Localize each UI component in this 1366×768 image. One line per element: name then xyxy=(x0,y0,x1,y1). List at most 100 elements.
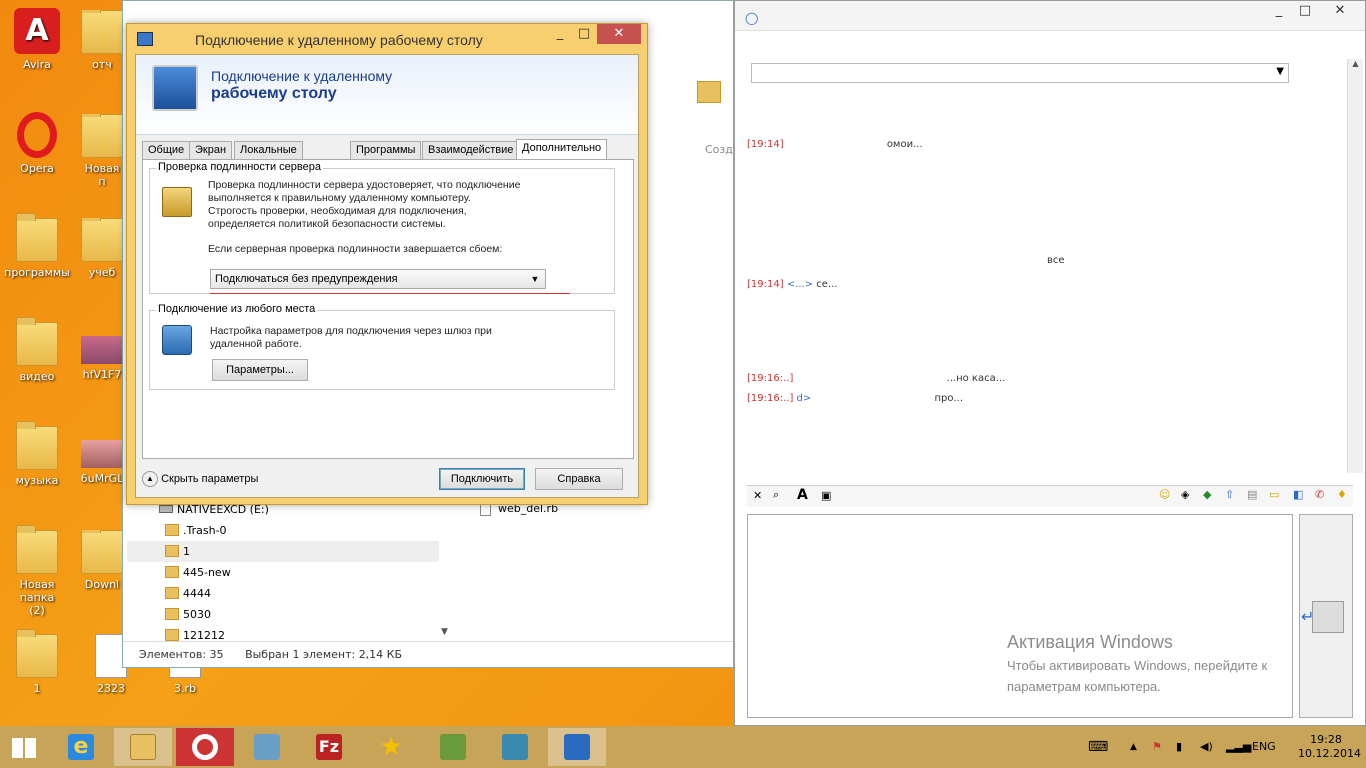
desktop-icon-folder[interactable]: 1 xyxy=(2,629,72,695)
hide-options-toggle[interactable]: ▲ Скрыть параметры xyxy=(142,469,258,489)
chat-dropdown[interactable]: ▼ xyxy=(751,63,1289,83)
tab-programs[interactable]: Программы xyxy=(350,141,422,160)
chat-scrollbar[interactable]: ▲ xyxy=(1347,59,1363,473)
connect-button[interactable]: Подключить xyxy=(439,468,525,490)
maximize-button[interactable]: □ xyxy=(1293,1,1317,21)
hide-options-label: Скрыть параметры xyxy=(161,473,259,485)
font-icon[interactable]: A xyxy=(797,487,808,503)
taskbar-item-puzzle[interactable] xyxy=(486,728,544,766)
dialog-title: Подключение к удаленному рабочему столу xyxy=(195,32,483,48)
message-text: про... xyxy=(934,393,964,404)
desktop-icon-video[interactable]: видео xyxy=(2,317,72,383)
tab-general[interactable]: Общие xyxy=(142,141,191,160)
folder-icon xyxy=(165,608,179,620)
chat-toolbar: ✕ ⌕ A ▣ ☺ ◈ ◆ ⇧ ▤ ▭ ◧ ✆ ♦ xyxy=(747,485,1353,507)
phone-icon[interactable]: ✆ xyxy=(1315,488,1324,501)
tab-experience[interactable]: Взаимодействие xyxy=(422,141,520,160)
desktop-icon-image[interactable]: hfV1F7 xyxy=(80,336,124,381)
remote-desktop-dialog[interactable]: Подключение к удаленному рабочему столу … xyxy=(126,23,648,505)
tab-display[interactable]: Экран xyxy=(189,141,233,160)
desktop-icon-avira[interactable]: A Avira xyxy=(2,8,72,71)
keyboard-icon[interactable]: ⌨ xyxy=(1088,726,1108,768)
help-button[interactable]: Справка xyxy=(535,468,623,490)
tree-item-label: 5030 xyxy=(183,608,211,621)
lock-icon[interactable]: ▣ xyxy=(821,489,831,502)
avatar[interactable] xyxy=(1312,601,1344,633)
taskbar-item-ie[interactable]: e xyxy=(52,728,110,766)
tab-local-resources[interactable]: Локальные ресурсы xyxy=(234,141,303,173)
folder-icon xyxy=(16,317,58,366)
desktop-icon-folder[interactable]: отч xyxy=(80,10,124,71)
taskbar-item-remote-desktop[interactable] xyxy=(548,728,606,766)
clip-icon[interactable]: ◧ xyxy=(1293,488,1303,501)
image-thumbnail-icon xyxy=(81,440,123,468)
send-arrow-icon[interactable]: ↵ xyxy=(1301,607,1314,626)
chat-window[interactable]: ◯ _ □ ✕ ▼ ▲ [19:14] омои... все [19:14] … xyxy=(734,0,1366,726)
desktop-icon-opera[interactable]: Opera xyxy=(2,112,72,175)
tab-advanced[interactable]: Дополнительно xyxy=(516,139,608,161)
maximize-button[interactable]: □ xyxy=(573,24,595,44)
windows-activation-watermark: Активация Windows Чтобы активировать Win… xyxy=(1007,632,1267,697)
chat-message: [19:14] <...> се... xyxy=(747,275,1337,295)
search-icon[interactable]: ⌕ xyxy=(773,488,779,502)
select-value: Подключаться без предупреждения xyxy=(215,273,398,285)
tree-item-folder[interactable]: 4444 xyxy=(127,583,439,604)
annotation-underline xyxy=(210,293,570,294)
taskbar-item-favorites[interactable]: ★ xyxy=(362,728,420,766)
taskbar-item-filezilla[interactable]: Fz xyxy=(300,728,358,766)
minimize-button[interactable]: _ xyxy=(549,24,571,44)
close-button[interactable]: ✕ xyxy=(1321,1,1359,21)
taskbar-item-explorer[interactable] xyxy=(114,728,172,766)
taskbar-item-notepad[interactable] xyxy=(424,728,482,766)
desktop-icon-programs[interactable]: программы xyxy=(2,213,72,279)
tree-item-folder[interactable]: 445-new xyxy=(127,562,439,583)
volume-icon[interactable]: ◀) xyxy=(1200,726,1213,768)
lock-icon[interactable]: ▤ xyxy=(1247,488,1257,501)
tree-item-folder[interactable]: .Trash-0 xyxy=(127,520,439,541)
internet-explorer-icon: e xyxy=(68,734,94,760)
send-file-icon[interactable]: ◆ xyxy=(1203,488,1211,501)
taskbar-item-files[interactable] xyxy=(238,728,296,766)
start-button[interactable] xyxy=(0,728,50,766)
show-hidden-icons-icon[interactable]: ▲ xyxy=(1130,726,1137,768)
folder-icon xyxy=(16,421,58,470)
folder-icon xyxy=(165,587,179,599)
taskbar-item-opera[interactable] xyxy=(176,728,234,766)
close-button[interactable]: ✕ xyxy=(597,24,641,44)
icon-label: Opera xyxy=(20,162,54,175)
tree-item-label: 445-new xyxy=(183,566,231,579)
network-signal-icon[interactable]: ▂▃▅ xyxy=(1226,726,1251,768)
server-auth-group: Проверка подлинности сервера Проверка по… xyxy=(149,161,615,294)
note-icon[interactable]: ▭ xyxy=(1269,488,1279,501)
icon-label: Downl xyxy=(84,578,120,591)
desktop-icon-music[interactable]: музыка xyxy=(2,421,72,487)
clock[interactable]: 19:28 10.12.2014 xyxy=(1298,733,1361,761)
remote-desktop-icon xyxy=(564,734,590,760)
puzzle-icon xyxy=(502,734,528,760)
gateway-settings-button[interactable]: Параметры... xyxy=(212,359,308,381)
desktop-icon-downloads[interactable]: Downl xyxy=(80,530,124,591)
desktop-icon-folder[interactable]: Новая п xyxy=(80,114,124,188)
icon-label: Avira xyxy=(23,58,51,71)
close-icon[interactable]: ✕ xyxy=(753,489,762,502)
auth-fail-select[interactable]: Подключаться без предупреждения ▼ xyxy=(210,269,546,289)
tree-item-folder[interactable]: 1 xyxy=(127,541,439,562)
upload-icon[interactable]: ⇧ xyxy=(1225,488,1234,501)
desktop-icon-folder[interactable]: учеб xyxy=(80,218,124,279)
battery-icon[interactable]: ▮ xyxy=(1176,726,1182,768)
tree-item-folder[interactable]: 5030 xyxy=(127,604,439,625)
tree-item-label: 4444 xyxy=(183,587,211,600)
scroll-down-icon[interactable]: ▼ xyxy=(441,627,448,637)
remote-desktop-icon xyxy=(137,32,153,46)
icon-label: музыка xyxy=(15,474,59,487)
minimize-button[interactable]: _ xyxy=(1267,1,1291,21)
chat-bubble-icon: ◯ xyxy=(745,11,759,25)
desktop-icon-folder[interactable]: Новая папка (2) xyxy=(2,525,72,617)
bulb-icon[interactable]: ♦ xyxy=(1337,488,1347,501)
image-icon[interactable]: ◈ xyxy=(1181,488,1189,501)
desktop-icon-image[interactable]: 6uMrGL xyxy=(80,440,124,485)
smiley-icon[interactable]: ☺ xyxy=(1159,488,1170,501)
folder-icon xyxy=(81,10,123,54)
flag-icon[interactable]: ⚑ xyxy=(1152,726,1162,768)
language-indicator[interactable]: ENG xyxy=(1252,726,1276,768)
